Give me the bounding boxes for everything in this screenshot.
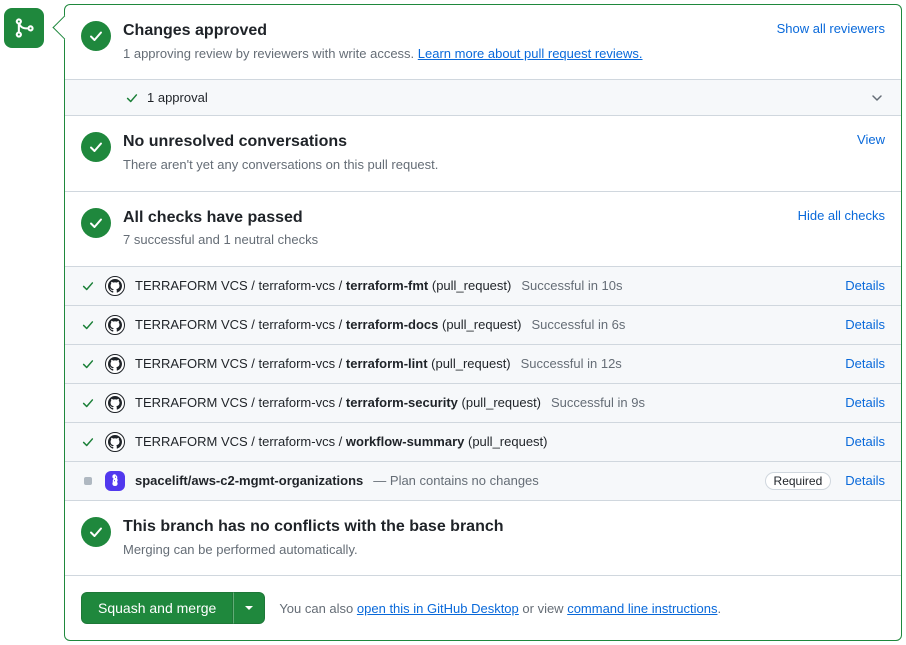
check-success-icon <box>81 357 95 371</box>
github-avatar <box>105 354 125 374</box>
spacelift-icon <box>108 474 122 488</box>
chevron-down-icon <box>869 90 885 106</box>
conflicts-subtitle: Merging can be performed automatically. <box>123 540 885 560</box>
success-status-icon <box>81 132 111 162</box>
check-details-link[interactable]: Details <box>845 395 885 410</box>
check-description: Successful in 10s <box>521 278 622 293</box>
check-name: TERRAFORM VCS / terraform-vcs / terrafor… <box>135 395 541 410</box>
check-neutral-icon <box>81 477 95 485</box>
check-success-icon <box>81 279 95 293</box>
github-avatar <box>105 432 125 452</box>
approved-title: Changes approved <box>123 21 769 42</box>
check-details-link[interactable]: Details <box>845 434 885 449</box>
view-conversations-link[interactable]: View <box>857 132 885 147</box>
open-desktop-link[interactable]: open this in GitHub Desktop <box>357 601 519 616</box>
merge-timeline-badge <box>4 8 44 48</box>
github-avatar <box>105 276 125 296</box>
squash-and-merge-button[interactable]: Squash and merge <box>81 592 233 624</box>
github-mark-icon <box>108 435 122 449</box>
check-name: TERRAFORM VCS / terraform-vcs / terrafor… <box>135 317 521 332</box>
check-details-link[interactable]: Details <box>845 473 885 488</box>
show-all-reviewers-link[interactable]: Show all reviewers <box>777 21 885 36</box>
conflicts-section: This branch has no conflicts with the ba… <box>65 500 901 575</box>
success-status-icon <box>81 517 111 547</box>
approved-subtitle: 1 approving review by reviewers with wri… <box>123 44 769 64</box>
conversations-section: No unresolved conversations There aren't… <box>65 115 901 190</box>
check-details-link[interactable]: Details <box>845 278 885 293</box>
check-success-icon <box>81 396 95 410</box>
approval-count-label: 1 approval <box>147 90 208 105</box>
success-status-icon <box>81 21 111 51</box>
github-mark-icon <box>108 279 122 293</box>
approval-summary-row[interactable]: 1 approval <box>65 79 901 115</box>
check-name: TERRAFORM VCS / terraform-vcs / terrafor… <box>135 356 511 371</box>
check-name: spacelift/aws-c2-mgmt-organizations <box>135 473 363 488</box>
success-status-icon <box>81 208 111 238</box>
github-mark-icon <box>108 357 122 371</box>
cli-instructions-link[interactable]: command line instructions <box>567 601 717 616</box>
checks-subtitle: 7 successful and 1 neutral checks <box>123 230 790 250</box>
check-icon <box>125 91 139 105</box>
merge-status-panel: Changes approved 1 approving review by r… <box>64 4 902 641</box>
check-success-icon <box>81 435 95 449</box>
check-icon <box>88 139 104 155</box>
checks-list: TERRAFORM VCS / terraform-vcs / terrafor… <box>65 266 901 500</box>
check-description: Successful in 12s <box>521 356 622 371</box>
check-description: — Plan contains no changes <box>373 473 539 488</box>
git-merge-icon <box>13 17 35 39</box>
hide-all-checks-link[interactable]: Hide all checks <box>798 208 885 223</box>
required-badge: Required <box>765 472 832 490</box>
github-mark-icon <box>108 318 122 332</box>
spacelift-avatar <box>105 471 125 491</box>
check-description: Successful in 9s <box>551 395 645 410</box>
check-name: TERRAFORM VCS / terraform-vcs / terrafor… <box>135 278 511 293</box>
check-row: TERRAFORM VCS / terraform-vcs / terrafor… <box>65 305 901 344</box>
check-icon <box>88 28 104 44</box>
learn-more-link[interactable]: Learn more about pull request reviews. <box>418 46 643 61</box>
conversations-title: No unresolved conversations <box>123 132 849 153</box>
check-row: TERRAFORM VCS / terraform-vcs / terrafor… <box>65 383 901 422</box>
caret-down-icon <box>244 603 254 613</box>
merge-footer: Squash and merge You can also open this … <box>65 575 901 640</box>
check-success-icon <box>81 318 95 332</box>
check-icon <box>88 524 104 540</box>
check-row: spacelift/aws-c2-mgmt-organizations — Pla… <box>65 461 901 500</box>
checks-section-header: All checks have passed 7 successful and … <box>65 191 901 266</box>
check-name: TERRAFORM VCS / terraform-vcs / workflow… <box>135 434 548 449</box>
github-avatar <box>105 393 125 413</box>
check-icon <box>88 215 104 231</box>
check-row: TERRAFORM VCS / terraform-vcs / terrafor… <box>65 344 901 383</box>
check-details-link[interactable]: Details <box>845 356 885 371</box>
conflicts-title: This branch has no conflicts with the ba… <box>123 517 885 538</box>
conversations-subtitle: There aren't yet any conversations on th… <box>123 155 849 175</box>
checks-title: All checks have passed <box>123 208 790 229</box>
merge-footer-text: You can also open this in GitHub Desktop… <box>279 601 721 616</box>
check-row: TERRAFORM VCS / terraform-vcs / workflow… <box>65 422 901 461</box>
github-avatar <box>105 315 125 335</box>
check-description: Successful in 6s <box>531 317 625 332</box>
check-details-link[interactable]: Details <box>845 317 885 332</box>
approved-section: Changes approved 1 approving review by r… <box>65 5 901 79</box>
github-mark-icon <box>108 396 122 410</box>
merge-options-dropdown-button[interactable] <box>233 592 265 624</box>
merge-button-group: Squash and merge <box>81 592 265 624</box>
check-row: TERRAFORM VCS / terraform-vcs / terrafor… <box>65 266 901 305</box>
